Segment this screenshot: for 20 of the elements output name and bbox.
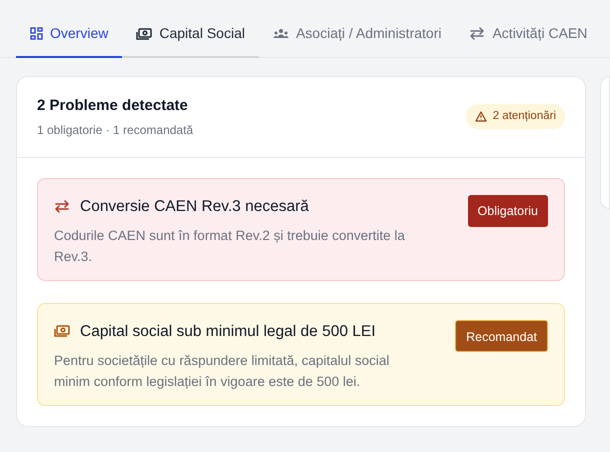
issue-title: Conversie CAEN Rev.3 necesară	[80, 196, 309, 216]
tab[interactable]: Asociați / Administratori	[258, 15, 456, 58]
severity-tag: Recomandat	[455, 320, 548, 352]
severity-tag: Obligatoriu	[468, 194, 548, 226]
issue-title: Capital social sub minimul legal de 500 LEI	[80, 322, 376, 342]
grid-icon	[30, 27, 43, 40]
issue-description: Pentru societățile cu răspundere limitată, capitalul social minim conform legislației în vigoare este de 500 lei.	[54, 352, 390, 391]
tab[interactable]: Overview	[16, 15, 122, 58]
warning-badge: 2 atenționări	[466, 104, 565, 130]
banknote-icon	[136, 28, 152, 40]
card-title: 2 Probleme detectate	[37, 96, 189, 116]
swap-arrows-icon	[54, 200, 70, 213]
tab[interactable]: Capital Social	[122, 15, 259, 58]
card-subtitle: 1 obligatorie · 1 recomandată	[37, 122, 194, 138]
people-icon	[272, 28, 289, 39]
warning-icon	[474, 111, 487, 122]
banknote-icon	[54, 325, 70, 338]
issue-description: Codurile CAEN sunt în format Rev.2 și trebuie convertite la Rev.3.	[54, 226, 406, 266]
tab[interactable]: Activități CAEN	[455, 15, 602, 58]
swap-arrows-icon	[469, 27, 486, 40]
